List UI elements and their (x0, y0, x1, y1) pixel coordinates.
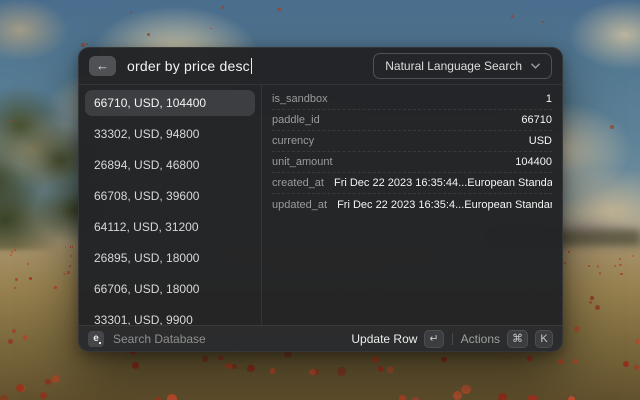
list-item[interactable]: 66708, USD, 39600 (85, 183, 255, 209)
list-item[interactable]: 33301, USD, 9900 (85, 307, 255, 325)
footer-app-label: Search Database (113, 332, 206, 346)
detail-value: 104400 (343, 156, 552, 168)
results-area: 66710, USD, 104400 33302, USD, 94800 26894… (79, 85, 562, 325)
app-icon-glyph: e (93, 333, 99, 344)
detail-row: created_at Fri Dec 22 2023 16:35:44...Eur… (272, 173, 552, 194)
detail-key: currency (272, 135, 314, 147)
list-item[interactable]: 33302, USD, 94800 (85, 121, 255, 147)
detail-row: updated_at Fri Dec 22 2023 16:35:4...Euro… (272, 194, 552, 215)
detail-value: Fri Dec 22 2023 16:35:44...European Stan… (334, 177, 552, 189)
footer-bar: e Search Database Update Row ↵ Actions ⌘… (79, 325, 562, 351)
back-button[interactable]: ← (89, 56, 116, 76)
launcher-window: ← order by price desc Natural Language S… (78, 47, 563, 352)
detail-key: is_sandbox (272, 93, 328, 105)
list-item[interactable]: 66706, USD, 18000 (85, 276, 255, 302)
detail-value: 1 (338, 93, 552, 105)
search-input[interactable]: order by price desc (127, 58, 362, 74)
back-arrow-icon: ← (96, 56, 109, 76)
detail-key: paddle_id (272, 114, 320, 126)
actions-label: Actions (461, 332, 500, 346)
detail-key: unit_amount (272, 156, 333, 168)
k-key-badge: K (535, 330, 553, 348)
update-row-action[interactable]: Update Row ↵ (351, 330, 443, 348)
detail-row: paddle_id 66710 (272, 110, 552, 131)
detail-key: updated_at (272, 199, 327, 211)
list-item[interactable]: 66710, USD, 104400 (85, 90, 255, 116)
update-row-label: Update Row (351, 332, 417, 346)
list-item[interactable]: 26895, USD, 18000 (85, 245, 255, 271)
search-input-value: order by price desc (127, 58, 250, 74)
cmd-key-badge: ⌘ (507, 330, 528, 348)
list-item[interactable]: 64112, USD, 31200 (85, 214, 255, 240)
enter-key-badge: ↵ (424, 330, 443, 348)
detail-row: unit_amount 104400 (272, 152, 552, 173)
search-header: ← order by price desc Natural Language S… (79, 48, 562, 85)
footer-divider (452, 333, 453, 345)
detail-value: 66710 (330, 114, 552, 126)
actions-menu-button[interactable]: Actions ⌘ K (461, 330, 553, 348)
search-mode-dropdown[interactable]: Natural Language Search (373, 53, 552, 79)
search-database-icon: e (88, 331, 104, 347)
text-cursor (251, 58, 253, 74)
detail-key: created_at (272, 177, 324, 189)
footer-app: e Search Database (88, 331, 206, 347)
detail-row: currency USD (272, 131, 552, 152)
results-list: 66710, USD, 104400 33302, USD, 94800 26894… (79, 85, 262, 325)
list-item[interactable]: 26894, USD, 46800 (85, 152, 255, 178)
detail-value: Fri Dec 22 2023 16:35:4...European Stand… (337, 199, 552, 211)
detail-row: is_sandbox 1 (272, 89, 552, 110)
chevron-down-icon (531, 63, 540, 69)
search-mode-label: Natural Language Search (385, 59, 522, 73)
detail-panel: is_sandbox 1 paddle_id 66710 currency USD unit… (262, 85, 562, 325)
footer-actions: Update Row ↵ Actions ⌘ K (351, 330, 553, 348)
detail-value: USD (324, 135, 552, 147)
